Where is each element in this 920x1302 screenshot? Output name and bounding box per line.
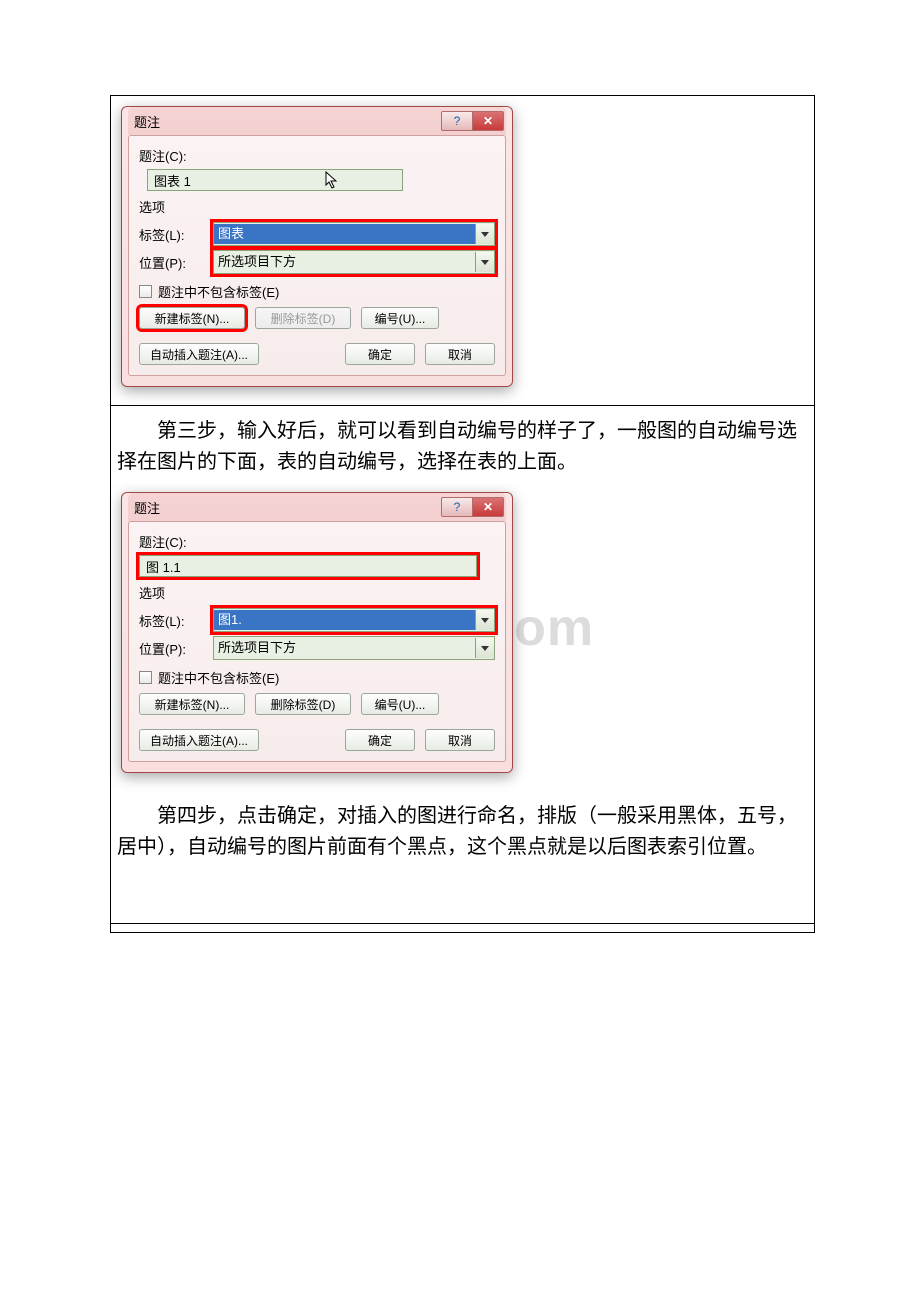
help-button[interactable]: ? xyxy=(441,497,472,517)
chevron-down-icon xyxy=(481,646,489,651)
dropdown-button[interactable] xyxy=(475,610,494,630)
position-selected-value: 所选项目下方 xyxy=(214,638,475,658)
delete-label-button[interactable]: 删除标签(D) xyxy=(255,693,351,715)
titlebar[interactable]: 题注 ? ✕ xyxy=(128,107,506,135)
position-field-label: 位置(P): xyxy=(139,253,213,272)
dropdown-button[interactable] xyxy=(475,252,494,272)
close-button[interactable]: ✕ xyxy=(472,111,504,131)
exclude-label-checkbox[interactable] xyxy=(139,285,152,298)
caption-dialog-1: 题注 ? ✕ 题注(C): xyxy=(121,106,513,387)
options-label: 选项 xyxy=(139,583,495,602)
close-icon: ✕ xyxy=(483,500,493,514)
dropdown-button[interactable] xyxy=(475,638,494,658)
position-combobox[interactable]: 所选项目下方 xyxy=(213,250,495,274)
help-icon: ? xyxy=(454,500,461,514)
exclude-label-checkbox[interactable] xyxy=(139,671,152,684)
auto-caption-button[interactable]: 自动插入题注(A)... xyxy=(139,343,259,365)
chevron-down-icon xyxy=(481,618,489,623)
label-selected-value: 图1. xyxy=(214,610,475,630)
step4-paragraph: 第四步，点击确定，对插入的图进行命名，排版（一般采用黑体，五号，居中），自动编号… xyxy=(111,791,814,923)
position-combobox[interactable]: 所选项目下方 xyxy=(213,636,495,660)
label-combobox[interactable]: 图表 xyxy=(213,222,495,246)
position-field-label: 位置(P): xyxy=(139,639,213,658)
new-label-button[interactable]: 新建标签(N)... xyxy=(139,693,245,715)
caption-value: 图 1.1 xyxy=(146,557,181,576)
auto-caption-button[interactable]: 自动插入题注(A)... xyxy=(139,729,259,751)
chevron-down-icon xyxy=(481,232,489,237)
options-label: 选项 xyxy=(139,197,495,216)
label-combobox[interactable]: 图1. xyxy=(213,608,495,632)
caption-label: 题注(C): xyxy=(139,532,495,551)
document-table: 题注 ? ✕ 题注(C): xyxy=(110,95,815,933)
ok-button[interactable]: 确定 xyxy=(345,343,415,365)
cancel-button[interactable]: 取消 xyxy=(425,343,495,365)
cursor-icon xyxy=(324,171,340,196)
caption-dialog-2: 题注 ? ✕ 题注(C): xyxy=(121,492,513,773)
numbering-button[interactable]: 编号(U)... xyxy=(361,307,439,329)
numbering-button[interactable]: 编号(U)... xyxy=(361,693,439,715)
position-selected-value: 所选项目下方 xyxy=(214,252,475,272)
caption-value: 图表 1 xyxy=(154,171,191,190)
ok-button[interactable]: 确定 xyxy=(345,729,415,751)
cancel-button[interactable]: 取消 xyxy=(425,729,495,751)
label-field-label: 标签(L): xyxy=(139,225,213,244)
chevron-down-icon xyxy=(481,260,489,265)
delete-label-button: 删除标签(D) xyxy=(255,307,351,329)
titlebar[interactable]: 题注 ? ✕ xyxy=(128,493,506,521)
help-icon: ? xyxy=(454,114,461,128)
label-selected-value: 图表 xyxy=(214,224,475,244)
dialog-title: 题注 xyxy=(134,498,441,517)
close-icon: ✕ xyxy=(483,114,493,128)
help-button[interactable]: ? xyxy=(441,111,472,131)
label-field-label: 标签(L): xyxy=(139,611,213,630)
close-button[interactable]: ✕ xyxy=(472,497,504,517)
step3-paragraph: 第三步，输入好后，就可以看到自动编号的样子了，一般图的自动编号选择在图片的下面，… xyxy=(111,406,814,492)
dialog-title: 题注 xyxy=(134,112,441,131)
exclude-label-text: 题注中不包含标签(E) xyxy=(158,668,279,687)
dropdown-button[interactable] xyxy=(475,224,494,244)
exclude-label-text: 题注中不包含标签(E) xyxy=(158,282,279,301)
new-label-button[interactable]: 新建标签(N)... xyxy=(139,307,245,329)
caption-label: 题注(C): xyxy=(139,146,495,165)
caption-input[interactable]: 图表 1 xyxy=(147,169,403,191)
caption-input[interactable]: 图 1.1 xyxy=(139,555,477,577)
